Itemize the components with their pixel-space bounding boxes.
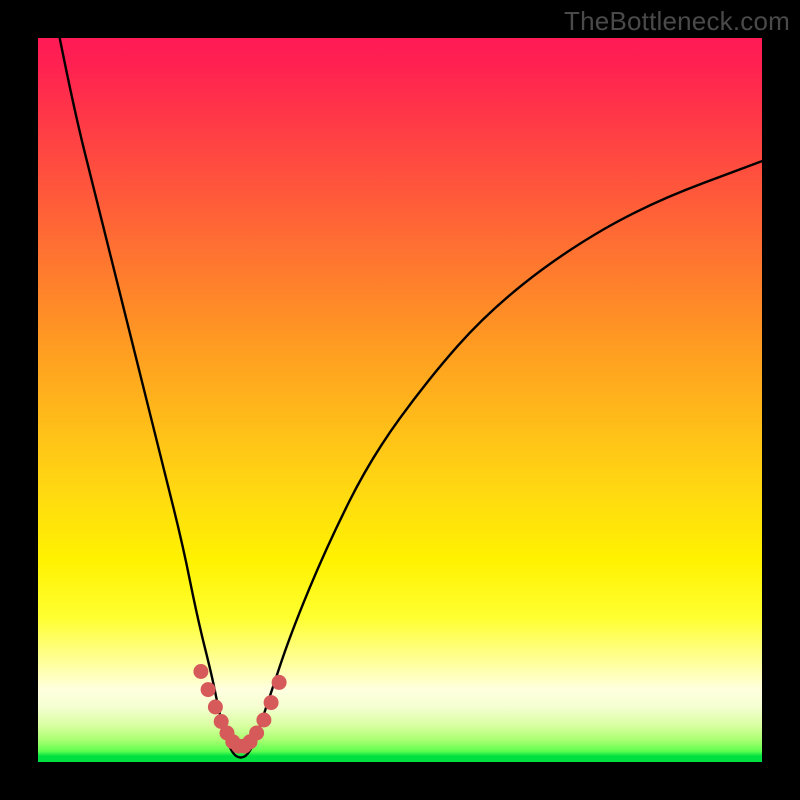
highlight-marker [272,675,287,690]
highlight-marker [193,664,208,679]
highlight-marker [249,726,264,741]
highlight-marker-group [193,664,286,754]
highlight-marker [208,700,223,715]
highlight-marker [264,695,279,710]
highlight-marker [201,682,216,697]
watermark-text: TheBottleneck.com [564,6,790,37]
chart-svg [38,38,762,762]
highlight-marker [256,713,271,728]
bottleneck-curve [60,38,762,758]
plot-area [38,38,762,762]
chart-frame: TheBottleneck.com [0,0,800,800]
